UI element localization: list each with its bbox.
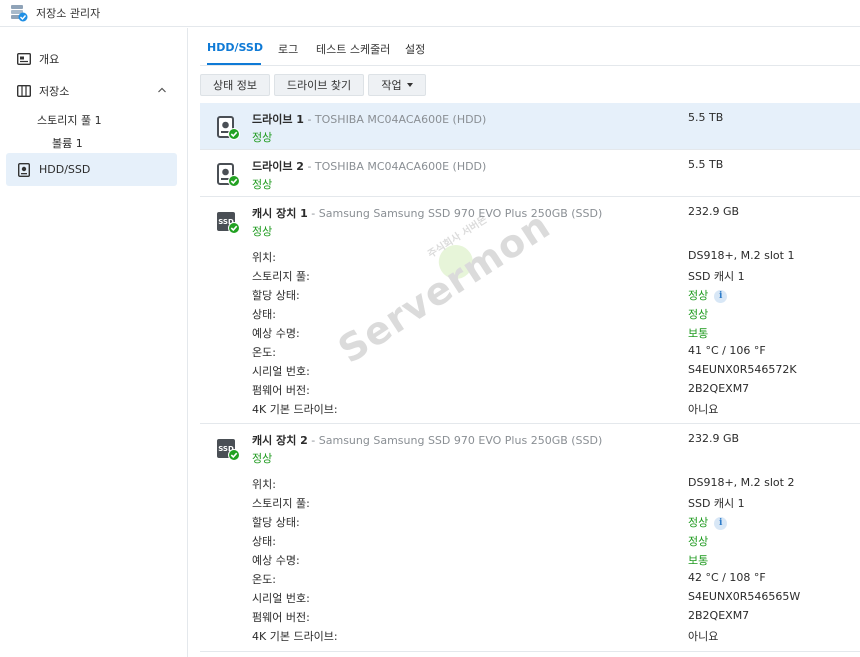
info-icon[interactable]: i: [714, 289, 728, 303]
tab-bar: HDD/SSD 로그 테스트 스케줄러 설정: [200, 28, 860, 66]
drive-status: 정상: [252, 178, 273, 191]
hdd-icon: [16, 162, 32, 178]
chevron-up-icon[interactable]: [157, 85, 167, 95]
drive-name: 드라이브 1 - TOSHIBA MC04ACA600E (HDD): [252, 113, 487, 126]
sidebar-item-storage-pool-1[interactable]: 스토리지 풀 1: [37, 112, 102, 128]
detail-label: 예상 수명:: [252, 554, 300, 567]
detail-value: 보통: [688, 327, 709, 340]
detail-label: 예상 수명:: [252, 327, 300, 340]
detail-value: 41 °C / 106 °F: [688, 344, 766, 357]
sidebar: 개요 저장소 스토리지 풀 1 볼륨 1 HDD/SSD: [0, 28, 188, 657]
detail-value: S4EUNX0R546565W: [688, 590, 801, 603]
find-drive-label: 드라이브 찾기: [286, 79, 352, 92]
sidebar-item-volume-1[interactable]: 볼륨 1: [52, 135, 83, 151]
sidebar-item-overview[interactable]: 개요: [6, 42, 177, 75]
tab-log[interactable]: 로그: [278, 41, 298, 57]
drive-row-1[interactable]: 드라이브 1 - TOSHIBA MC04ACA600E (HDD) 정상 5.…: [200, 103, 860, 150]
detail-value: 2B2QEXM7: [688, 609, 750, 622]
sidebar-item-label: 저장소: [39, 84, 70, 98]
detail-value: S4EUNX0R546572K: [688, 363, 797, 376]
detail-label: 상태:: [252, 308, 276, 321]
drive-size: 5.5 TB: [688, 158, 724, 171]
detail-label: 4K 기본 드라이브:: [252, 403, 338, 416]
detail-label: 온도:: [252, 573, 276, 586]
detail-label: 온도:: [252, 346, 276, 359]
detail-value-allocation: 정상 i: [688, 287, 728, 303]
info-icon[interactable]: i: [714, 516, 728, 530]
action-label: 작업: [381, 79, 402, 92]
detail-label: 펌웨어 버전:: [252, 611, 310, 624]
drive-size: 232.9 GB: [688, 432, 740, 445]
detail-value: 아니요: [688, 403, 719, 416]
detail-label: 위치:: [252, 478, 276, 491]
drive-row-4[interactable]: SSD 캐시 장치 2 - Samsung Samsung SSD 970 EV…: [200, 424, 860, 652]
active-tab-indicator: [207, 63, 261, 65]
detail-label: 펌웨어 버전:: [252, 384, 310, 397]
drive-row-2[interactable]: 드라이브 2 - TOSHIBA MC04ACA600E (HDD) 정상 5.…: [200, 150, 860, 197]
tab-settings[interactable]: 설정: [405, 41, 425, 57]
detail-label: 4K 기본 드라이브:: [252, 630, 338, 643]
detail-value: 아니요: [688, 630, 719, 643]
ssd-ok-icon: SSD: [216, 209, 240, 235]
drive-status: 정상: [252, 225, 273, 238]
sidebar-item-storage[interactable]: 저장소: [6, 74, 177, 107]
drive-name: 캐시 장치 1 - Samsung Samsung SSD 970 EVO Pl…: [252, 207, 603, 220]
storage-icon: [16, 83, 32, 99]
tab-hdd-ssd[interactable]: HDD/SSD: [207, 41, 263, 54]
caret-down-icon: [406, 83, 413, 87]
status-info-button[interactable]: 상태 정보: [200, 74, 270, 96]
detail-value: DS918+, M.2 slot 1: [688, 249, 795, 262]
detail-value-allocation: 정상 i: [688, 514, 728, 530]
storage-manager-app-icon: [10, 4, 28, 22]
detail-label: 할당 상태:: [252, 516, 300, 529]
detail-value: 2B2QEXM7: [688, 382, 750, 395]
detail-value: 42 °C / 108 °F: [688, 571, 766, 584]
detail-value: 정상: [688, 308, 709, 321]
title-bar: 저장소 관리자: [0, 0, 860, 27]
tab-test-scheduler[interactable]: 테스트 스케줄러: [316, 41, 390, 57]
status-info-label: 상태 정보: [213, 79, 257, 92]
drive-name: 캐시 장치 2 - Samsung Samsung SSD 970 EVO Pl…: [252, 434, 603, 447]
detail-label: 위치:: [252, 251, 276, 264]
drive-status: 정상: [252, 131, 273, 144]
drive-name: 드라이브 2 - TOSHIBA MC04ACA600E (HDD): [252, 160, 487, 173]
detail-label: 시리얼 번호:: [252, 365, 310, 378]
app-title: 저장소 관리자: [36, 7, 101, 20]
hdd-ok-icon: [216, 115, 240, 141]
detail-value: SSD 캐시 1: [688, 270, 745, 283]
action-dropdown-button[interactable]: 작업: [368, 74, 426, 96]
detail-label: 할당 상태:: [252, 289, 300, 302]
drive-row-3[interactable]: SSD 캐시 장치 1 - Samsung Samsung SSD 970 EV…: [200, 197, 860, 424]
drive-size: 232.9 GB: [688, 205, 740, 218]
detail-label: 상태:: [252, 535, 276, 548]
detail-label: 스토리지 풀:: [252, 270, 310, 283]
sidebar-item-label: HDD/SSD: [39, 163, 91, 176]
overview-icon: [16, 51, 32, 67]
detail-value: SSD 캐시 1: [688, 497, 745, 510]
sidebar-item-label: 개요: [39, 52, 60, 66]
detail-label: 스토리지 풀:: [252, 497, 310, 510]
drive-size: 5.5 TB: [688, 111, 724, 124]
sidebar-item-hdd-ssd[interactable]: HDD/SSD: [6, 153, 177, 186]
detail-value: DS918+, M.2 slot 2: [688, 476, 795, 489]
detail-value: 정상: [688, 535, 709, 548]
find-drive-button[interactable]: 드라이브 찾기: [274, 74, 364, 96]
hdd-ok-icon: [216, 162, 240, 188]
ssd-ok-icon: SSD: [216, 436, 240, 462]
detail-label: 시리얼 번호:: [252, 592, 310, 605]
detail-value: 보통: [688, 554, 709, 567]
drive-status: 정상: [252, 452, 273, 465]
